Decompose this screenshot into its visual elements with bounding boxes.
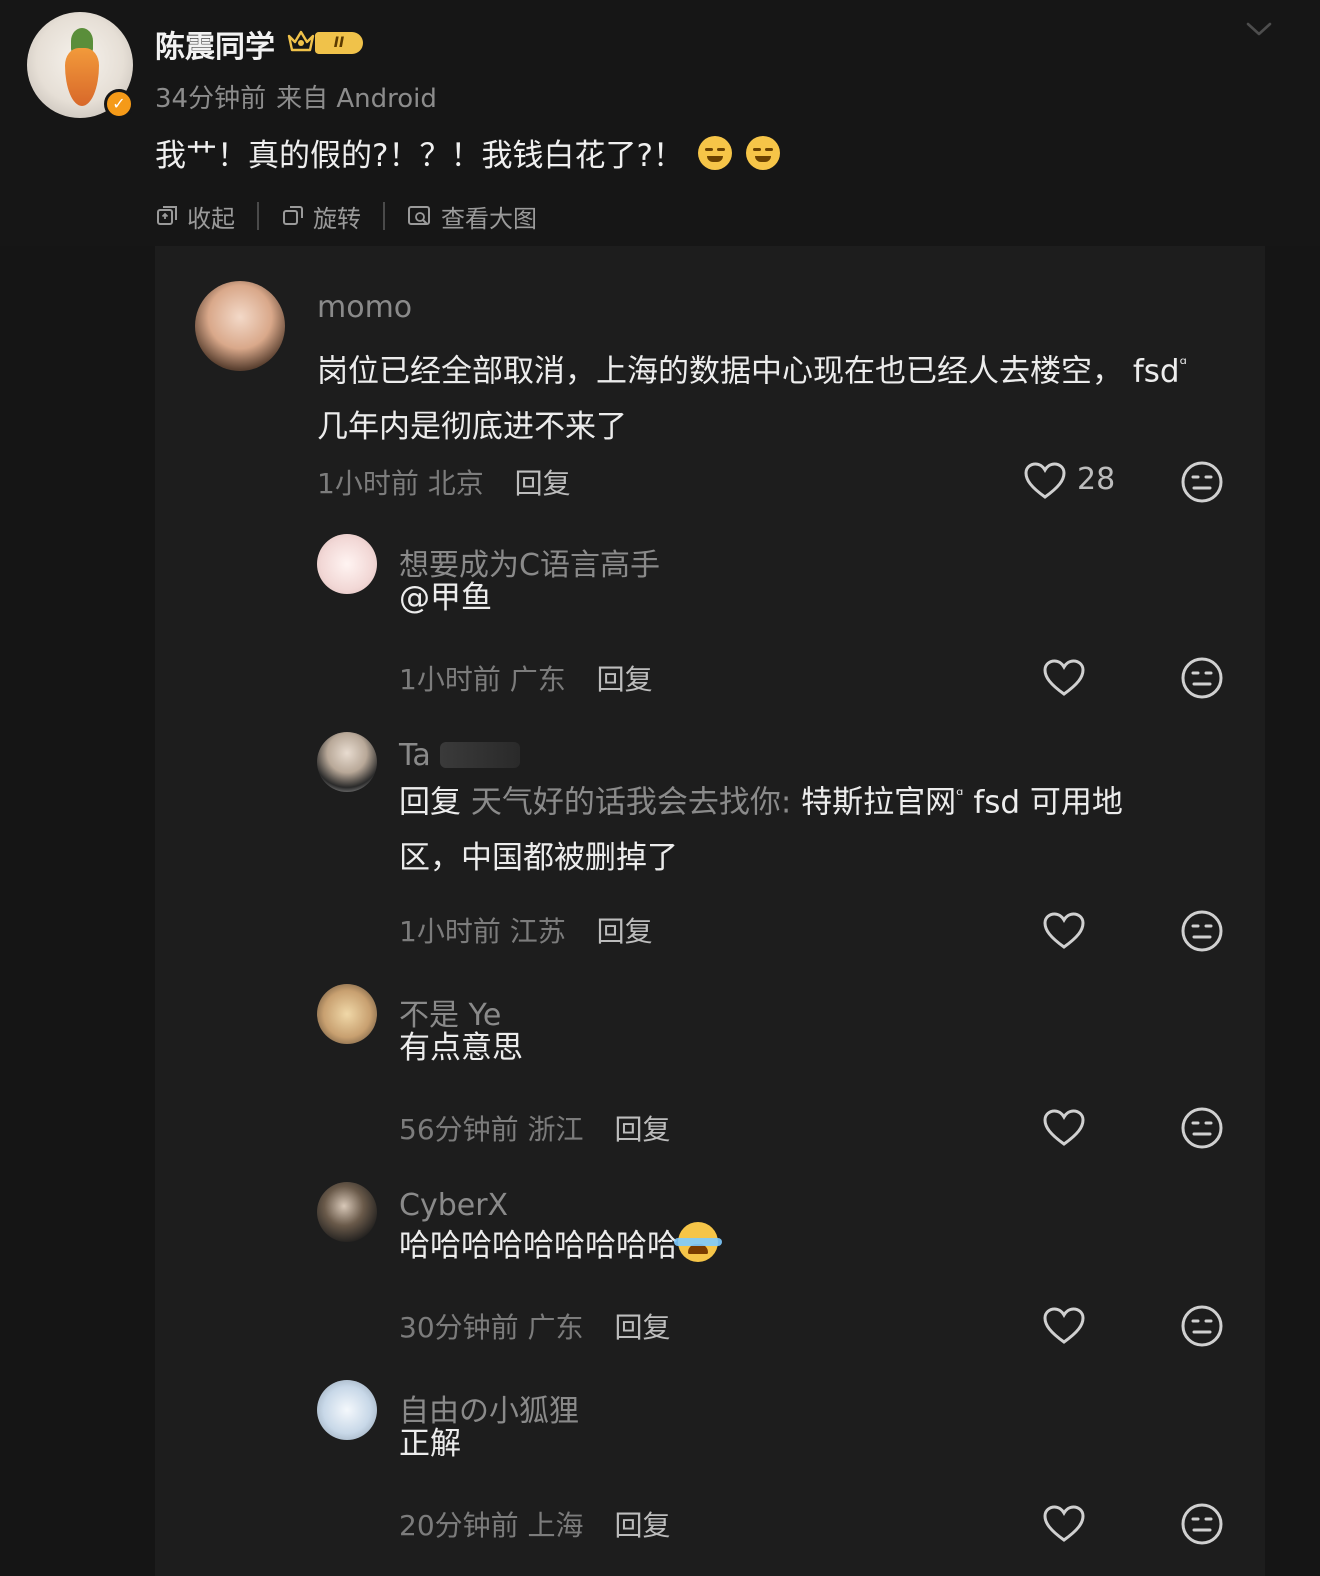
comment-text-part: 特斯拉官网 xyxy=(801,784,957,821)
post-header: ✓ 陈震同学 II 34分钟前 来自 Android 我艹！真的假的?！？！我钱白… xyxy=(0,0,1320,246)
reply-button[interactable]: 回复 xyxy=(614,1113,670,1146)
toolbar-divider xyxy=(383,202,385,230)
rotate-icon xyxy=(283,206,303,225)
commenter-avatar[interactable] xyxy=(317,1380,377,1440)
post-text: 我艹！真的假的?！？！我钱白花了?！ xyxy=(155,130,780,175)
comment-location: 北京 xyxy=(427,467,484,500)
comment-text: 哈哈哈哈哈哈哈哈哈 xyxy=(399,1218,722,1274)
post-time: 34分钟前 xyxy=(155,84,267,114)
heart-icon[interactable] xyxy=(1042,1504,1086,1544)
comment-location: 广东 xyxy=(509,663,566,696)
comments-panel: momo 岗位已经全部取消，上海的数据中心现在也已经人去楼空， fsdᵅ 几年内… xyxy=(155,246,1265,1576)
grimace-emoji-icon xyxy=(745,136,780,170)
view-large-button[interactable]: 查看大图 xyxy=(407,199,537,234)
comment-time: 30分钟前 xyxy=(399,1311,519,1344)
commenter-avatar[interactable] xyxy=(317,732,377,792)
level-badge: II xyxy=(315,32,363,54)
comment-text: 回复 天气好的话我会去找你: 特斯拉官网ᵅ fsd 可用地 区，中国都被删掉了 xyxy=(399,768,1239,886)
rotate-label: 旋转 xyxy=(313,204,361,233)
rotate-button[interactable]: 旋转 xyxy=(281,199,361,234)
commenter-avatar[interactable] xyxy=(317,984,377,1044)
carrot-graphic xyxy=(65,48,99,106)
reaction-face-icon[interactable] xyxy=(1180,460,1224,504)
reaction-face-icon[interactable] xyxy=(1180,909,1224,953)
crown-icon xyxy=(287,30,315,52)
heart-icon[interactable] xyxy=(1042,911,1086,951)
commenter-name[interactable]: momo xyxy=(317,290,412,325)
collapse-icon xyxy=(157,206,177,225)
search-icon: ᵅ xyxy=(956,785,964,806)
comment-text-part: 几年内是彻底进不来了 xyxy=(317,409,627,446)
reply-button[interactable]: 回复 xyxy=(614,1311,670,1344)
heart-icon[interactable] xyxy=(1042,1108,1086,1148)
image-toolbar: 收起 旋转 查看大图 xyxy=(155,198,537,234)
collapse-label: 收起 xyxy=(187,204,235,233)
comment-time: 56分钟前 xyxy=(399,1113,519,1146)
grimace-emoji-icon xyxy=(697,136,732,170)
obscured-name xyxy=(440,742,521,768)
post-body: 我艹！真的假的?！？！我钱白花了?！ xyxy=(155,138,684,174)
reaction-face-icon[interactable] xyxy=(1180,1106,1224,1150)
reply-button[interactable]: 回复 xyxy=(597,915,653,948)
comment-meta: 1小时前 江苏 回复 xyxy=(399,910,653,950)
comment-item: 自由の小狐狸 正解 20分钟前 上海 回复 xyxy=(155,1376,1265,1571)
reply-button[interactable]: 回复 xyxy=(597,663,653,696)
view-large-label: 查看大图 xyxy=(441,204,537,233)
comment-text-part: 岗位已经全部取消，上海的数据中心现在也已经人去楼空， fsd xyxy=(317,353,1180,390)
comment-item: momo 岗位已经全部取消，上海的数据中心现在也已经人去楼空， fsdᵅ 几年内… xyxy=(155,246,1265,516)
comment-text: 有点意思 xyxy=(399,1030,523,1066)
laugh-cry-emoji-icon xyxy=(674,1222,722,1262)
comment-item: CyberX 哈哈哈哈哈哈哈哈哈 30分钟前 广东 回复 xyxy=(155,1178,1265,1368)
comment-text: 岗位已经全部取消，上海的数据中心现在也已经人去楼空， fsdᵅ 几年内是彻底进不… xyxy=(317,337,1197,455)
chevron-down-icon[interactable] xyxy=(1246,20,1272,38)
comment-text-part: 哈哈哈哈哈哈哈哈哈 xyxy=(399,1228,678,1264)
comment-item: 想要成为C语言高手 @甲鱼 1小时前 广东 回复 xyxy=(155,526,1265,716)
comment-time: 1小时前 xyxy=(399,663,501,696)
heart-icon[interactable] xyxy=(1042,658,1086,698)
post-meta: 34分钟前 来自 Android xyxy=(155,78,437,115)
comment-meta: 1小时前 广东 回复 xyxy=(399,658,653,698)
comment-location: 上海 xyxy=(527,1509,584,1542)
comment-text-part: fsd 可用地 xyxy=(973,784,1123,821)
comment-meta: 56分钟前 浙江 回复 xyxy=(399,1108,670,1148)
author-name[interactable]: 陈震同学 xyxy=(155,22,275,66)
comment-location: 江苏 xyxy=(509,915,566,948)
reply-button[interactable]: 回复 xyxy=(515,467,571,500)
toolbar-divider xyxy=(257,202,259,230)
reaction-face-icon[interactable] xyxy=(1180,1502,1224,1546)
verified-badge-icon: ✓ xyxy=(104,89,134,119)
commenter-avatar[interactable] xyxy=(317,534,377,594)
comment-item: Ta 回复 天气好的话我会去找你: 特斯拉官网ᵅ fsd 可用地 区，中国都被删… xyxy=(155,724,1265,974)
heart-icon[interactable] xyxy=(1023,461,1067,501)
reply-prefix: 回复 xyxy=(399,784,461,821)
commenter-avatar[interactable] xyxy=(195,281,285,371)
collapse-button[interactable]: 收起 xyxy=(155,199,235,234)
post-source: 来自 Android xyxy=(276,84,437,114)
comment-meta: 30分钟前 广东 回复 xyxy=(399,1306,670,1346)
comment-text: @甲鱼 xyxy=(399,580,492,616)
reply-target[interactable]: 天气好的话我会去找你: xyxy=(471,784,791,820)
reply-button[interactable]: 回复 xyxy=(614,1509,670,1542)
comment-meta: 1小时前 北京 回复 xyxy=(317,462,571,502)
reaction-face-icon[interactable] xyxy=(1180,1304,1224,1348)
like-count: 28 xyxy=(1077,462,1116,497)
comment-location: 广东 xyxy=(527,1311,584,1344)
search-icon: ᵅ xyxy=(1179,354,1187,375)
comment-text: 正解 xyxy=(399,1426,461,1462)
comment-location: 浙江 xyxy=(527,1113,584,1146)
comment-item: 不是 Ye 有点意思 56分钟前 浙江 回复 xyxy=(155,980,1265,1170)
reaction-face-icon[interactable] xyxy=(1180,656,1224,700)
comment-text-part: 区，中国都被删掉了 xyxy=(399,840,678,877)
comment-time: 1小时前 xyxy=(399,915,501,948)
heart-icon[interactable] xyxy=(1042,1306,1086,1346)
comment-meta: 20分钟前 上海 回复 xyxy=(399,1504,670,1544)
comment-time: 20分钟前 xyxy=(399,1509,519,1542)
commenter-avatar[interactable] xyxy=(317,1182,377,1242)
comment-time: 1小时前 xyxy=(317,467,419,500)
view-large-icon xyxy=(408,206,430,225)
